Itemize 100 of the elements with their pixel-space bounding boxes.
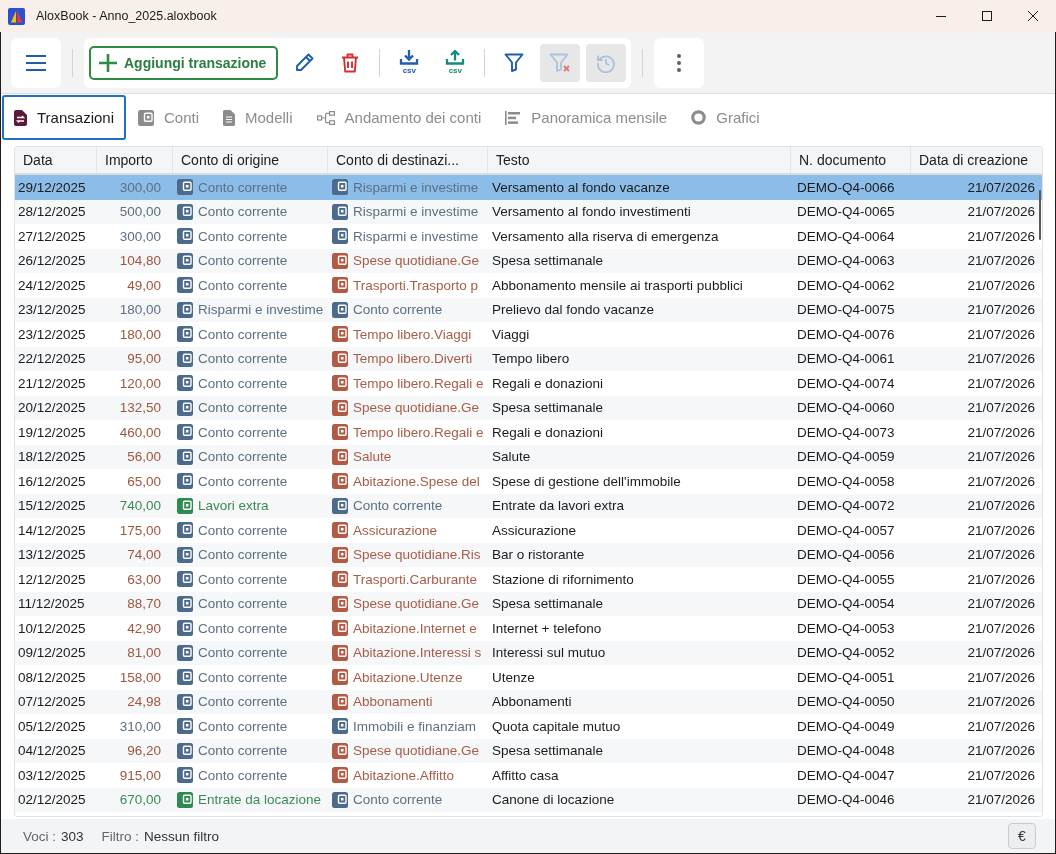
amount-text: 65,00 — [127, 473, 162, 489]
table-row[interactable]: 09/12/2025 81,00 Conto corrente Abitazione.Interessi s Interessi sul mutuo DEMO-Q4-0052 21/07/2026 — [15, 640, 1042, 665]
bar-list-icon — [505, 110, 522, 125]
scrollbar-thumb[interactable] — [1039, 190, 1041, 240]
account-name: Spese quotidiane.Ge — [353, 400, 480, 416]
table-row[interactable]: 28/12/2025 500,00 Conto corrente Risparmi e investime Versamento al fondo investimenti DEMO-Q4-0065 21/07/2026 — [15, 199, 1042, 224]
wallet-icon — [177, 179, 193, 196]
amount-text: 95,00 — [127, 351, 162, 367]
description-text: Quota capitale mutuo — [491, 718, 621, 734]
column-header[interactable]: Data di creazione — [911, 147, 1042, 173]
wallet-icon — [332, 546, 348, 563]
status-value: 303 — [61, 828, 84, 844]
table-row[interactable]: 11/12/2025 88,70 Conto corrente Spese quotidiane.Ge Spesa settimanale DEMO-Q4-0054 21/07/2026 — [15, 591, 1042, 616]
account-name: Immobili e finanziam — [353, 718, 477, 734]
amount-text: 96,20 — [127, 743, 162, 759]
wallet-icon — [332, 497, 348, 514]
table-row[interactable]: 18/12/2025 56,00 Conto corrente Salute Salute DEMO-Q4-0059 21/07/2026 — [15, 444, 1042, 469]
date-text: 09/12/2025 — [17, 645, 86, 661]
date-text: 13/12/2025 — [17, 547, 86, 563]
date-text: 02/12/2025 — [17, 792, 86, 808]
add-transaction-button[interactable]: Aggiungi transazione — [89, 45, 279, 80]
creation-date: 21/07/2026 — [967, 522, 1036, 538]
description-text: Prelievo dal fondo vacanze — [491, 302, 655, 318]
export-csv-button[interactable]: csv — [389, 43, 430, 82]
column-header[interactable]: Testo — [488, 147, 791, 173]
creation-date: 21/07/2026 — [967, 400, 1036, 416]
wallet-icon — [332, 179, 348, 196]
account-name: Conto corrente — [198, 473, 288, 489]
account-name: Risparmi e investime — [353, 204, 479, 220]
description-text: Stazione di rifornimento — [491, 571, 634, 587]
amount-text: 175,00 — [119, 522, 162, 538]
account-name: Tempo libero.Viaggi — [353, 326, 472, 342]
table-row[interactable]: 13/12/2025 74,00 Conto corrente Spese quotidiane.Ris Bar o ristorante DEMO-Q4-0056 21/07/2026 — [15, 542, 1042, 567]
table-row[interactable]: 22/12/2025 95,00 Conto corrente Tempo libero.Diverti Tempo libero DEMO-Q4-0061 21/07/2026 — [15, 346, 1042, 371]
account-name: Conto corrente — [198, 179, 288, 195]
table-row[interactable]: 29/12/2025 300,00 Conto corrente Risparmi e investime Versamento al fondo vacanze DEMO-Q4-0066 21/07/2026 — [15, 175, 1042, 200]
date-text: 29/12/2025 — [17, 179, 86, 195]
wallet-icon — [177, 203, 193, 220]
import-csv-button[interactable]: csv — [435, 43, 476, 82]
creation-date: 21/07/2026 — [967, 302, 1036, 318]
column-header[interactable]: Conto di destinazi... — [328, 147, 488, 173]
description-text: Assicurazione — [491, 522, 577, 538]
wallet-icon — [177, 399, 193, 416]
wallet-icon — [177, 791, 193, 808]
document-number: DEMO-Q4-0064 — [796, 228, 895, 244]
account-name: Abitazione.Spese del — [353, 473, 480, 489]
account-name: Abitazione.Internet e — [353, 620, 477, 636]
table-row[interactable]: 26/12/2025 104,80 Conto corrente Spese quotidiane.Ge Spesa settimanale DEMO-Q4-0063 21/07/2026 — [15, 248, 1042, 273]
account-name: Conto corrente — [198, 743, 288, 759]
account-name: Abitazione.Utenze — [353, 669, 463, 685]
description-text: Regali e donazioni — [491, 375, 604, 391]
filter-icon — [504, 53, 525, 72]
description-text: Abbonamenti — [491, 694, 572, 710]
account-name: Conto corrente — [198, 645, 288, 661]
creation-date: 21/07/2026 — [967, 767, 1036, 783]
table-row[interactable]: 04/12/2025 96,20 Conto corrente Spese quotidiane.Ge Spesa settimanale DEMO-Q4-0048 21/07/2026 — [15, 738, 1042, 763]
account-name: Conto corrente — [198, 596, 288, 612]
column-header[interactable]: Importo — [97, 147, 173, 173]
column-header[interactable]: Conto di origine — [173, 147, 328, 173]
table-row[interactable]: 15/12/2025 740,00 Lavori extra Conto corrente Entrate da lavori extra DEMO-Q4-0072 21/07/2026 — [15, 493, 1042, 518]
document-number: DEMO-Q4-0076 — [796, 326, 895, 342]
amount-text: 180,00 — [119, 302, 162, 318]
amount-text: 24,98 — [127, 694, 162, 710]
description-text: Canone di locazione — [491, 792, 615, 808]
currency-button[interactable]: € — [1008, 823, 1036, 849]
amount-text: 49,00 — [127, 277, 162, 293]
wallet-icon — [177, 595, 193, 612]
wallet-icon — [332, 620, 348, 637]
column-header[interactable]: Data — [15, 147, 97, 173]
history-icon — [596, 52, 617, 73]
wallet-icon — [138, 109, 154, 126]
creation-date: 21/07/2026 — [967, 179, 1036, 195]
document-number: DEMO-Q4-0060 — [796, 400, 895, 416]
wallet-icon — [177, 546, 193, 563]
menu-button[interactable] — [11, 37, 61, 88]
wallet-icon — [332, 326, 348, 343]
wallet-icon — [177, 571, 193, 588]
more-button[interactable] — [654, 37, 705, 88]
wallet-icon — [332, 571, 348, 588]
creation-date: 21/07/2026 — [967, 424, 1036, 440]
table-row[interactable]: 07/12/2025 24,98 Conto corrente Abbonamenti Abbonamenti DEMO-Q4-0050 21/07/2026 — [15, 689, 1042, 714]
table-row[interactable]: 23/12/2025 180,00 Risparmi e investime Conto corrente Prelievo dal fondo vacanze DEMO-Q4-0075 21/07/2026 — [15, 297, 1042, 322]
description-text: Versamento al fondo vacanze — [491, 179, 670, 195]
column-header[interactable]: N. documento — [791, 147, 911, 173]
creation-date: 21/07/2026 — [967, 228, 1036, 244]
table-row[interactable]: 20/12/2025 132,50 Conto corrente Spese quotidiane.Ge Spesa settimanale DEMO-Q4-0060 21/07/2026 — [15, 395, 1042, 420]
document-number: DEMO-Q4-0063 — [796, 253, 895, 269]
document-number: DEMO-Q4-0066 — [796, 179, 895, 195]
document-number: DEMO-Q4-0074 — [796, 375, 895, 391]
creation-date: 21/07/2026 — [967, 498, 1036, 514]
account-name: Abbonamenti — [353, 694, 433, 710]
description-text: Tempo libero — [491, 351, 570, 367]
description-text: Viaggi — [491, 326, 530, 342]
wallet-icon — [177, 326, 193, 343]
wallet-icon — [177, 693, 193, 710]
table-row[interactable]: 02/12/2025 670,00 Entrate da locazione Conto corrente Canone di locazione DEMO-Q4-0046 21/07/2026 — [15, 787, 1042, 812]
creation-date: 21/07/2026 — [967, 620, 1036, 636]
date-text: 23/12/2025 — [17, 302, 86, 318]
account-name: Assicurazione — [353, 522, 438, 538]
tab[interactable]: Transazioni — [2, 95, 126, 140]
